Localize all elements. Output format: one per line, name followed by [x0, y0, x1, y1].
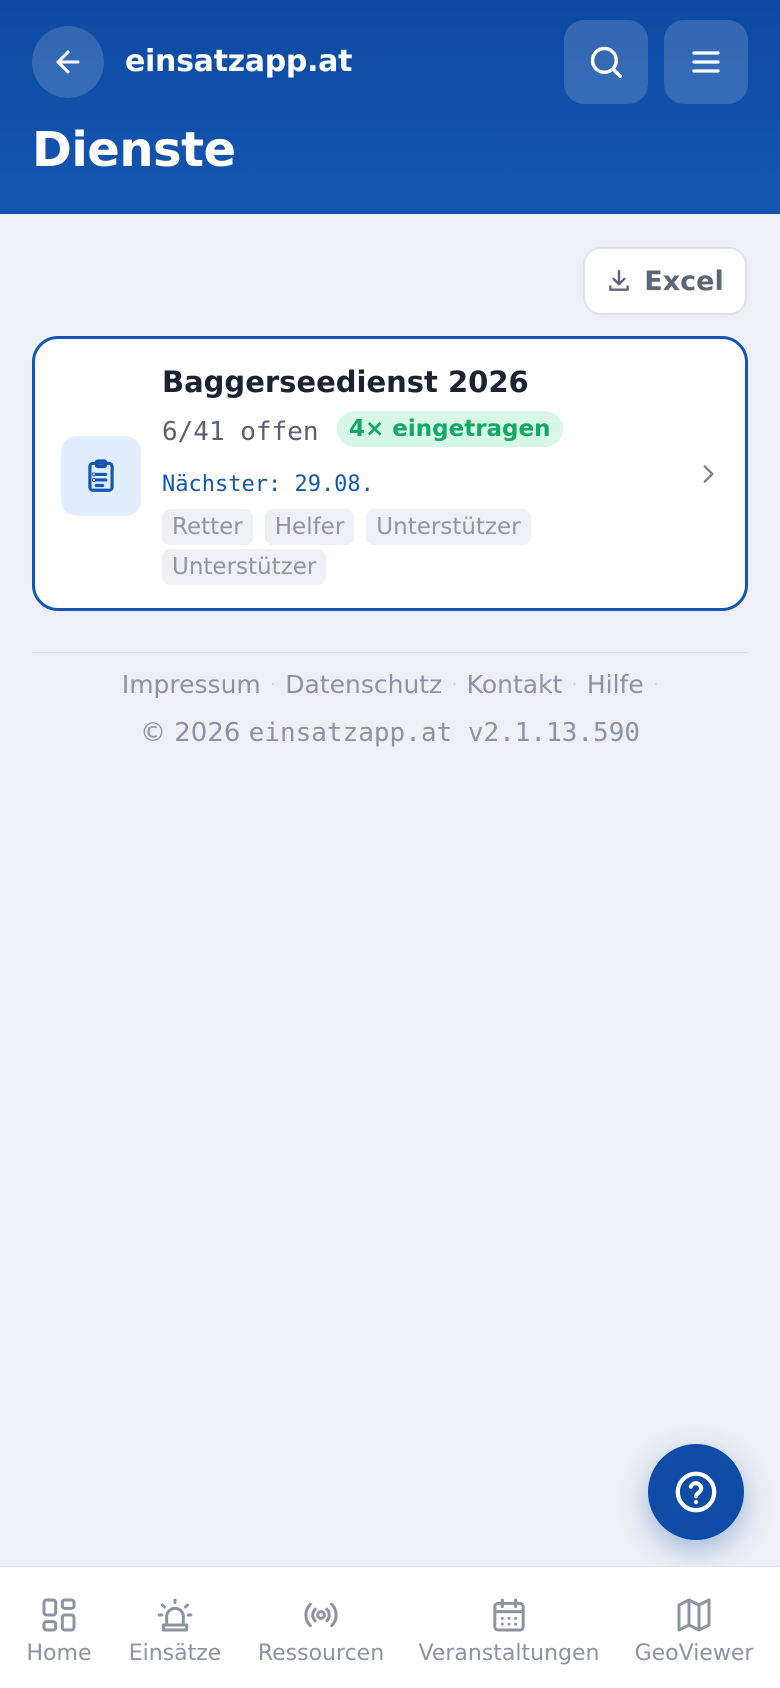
nav-einsaetze[interactable]: Einsätze: [125, 1567, 225, 1688]
nav-home[interactable]: Home: [18, 1567, 100, 1688]
service-title: Baggerseedienst 2026: [162, 365, 529, 399]
role-tag: Unterstützer: [162, 549, 327, 585]
nav-ressourcen[interactable]: Ressourcen: [256, 1567, 386, 1688]
help-circle-icon: [675, 1471, 717, 1513]
bottom-navigation: Home Einsätze Ressourcen Veranstaltungen…: [0, 1566, 780, 1688]
chevron-right-icon: [703, 465, 714, 483]
radio-icon: [304, 1602, 338, 1628]
role-tag: Retter: [162, 509, 253, 545]
copyright: © 2026 einsatzapp.at v2.1.13.590: [0, 718, 780, 748]
footer-links: Impressum · Datenschutz · Kontakt · Hilf…: [0, 670, 780, 699]
search-button[interactable]: [564, 20, 648, 104]
menu-icon: [692, 51, 720, 73]
separator-dot: ·: [452, 676, 457, 693]
siren-icon: [157, 1598, 193, 1632]
footer-divider: [32, 652, 748, 653]
role-tags: Retter Helfer Unterstützer Unterstützer: [162, 509, 562, 585]
open-slots: 6/41 offen: [162, 417, 319, 447]
nav-label: Ressourcen: [257, 1641, 385, 1666]
nav-label: Home: [26, 1641, 92, 1666]
excel-label: Excel: [644, 265, 724, 297]
separator-dot: ·: [270, 676, 276, 693]
role-tag: Helfer: [264, 509, 355, 545]
nav-label: GeoViewer: [634, 1641, 754, 1666]
app-version: einsatzapp.at v2.1.13.590: [248, 718, 641, 748]
nav-label: Einsätze: [128, 1641, 222, 1666]
nav-veranstaltungen[interactable]: Veranstaltungen: [418, 1567, 600, 1688]
nav-label: Veranstaltungen: [418, 1641, 600, 1666]
separator-dot: ·: [653, 676, 659, 693]
download-icon: [609, 270, 630, 291]
registered-badge: 4× eingetragen: [337, 411, 563, 447]
service-card[interactable]: Baggerseedienst 2026 6/41 offen 4× einge…: [32, 336, 748, 611]
copyright-year: © 2026: [139, 718, 241, 748]
app-brand[interactable]: einsatzapp.at: [125, 40, 352, 84]
footer-link-impressum[interactable]: Impressum: [122, 670, 261, 699]
separator-dot: ·: [572, 676, 577, 693]
arrow-left-icon: [56, 50, 80, 74]
help-button[interactable]: [648, 1444, 744, 1540]
back-button[interactable]: [32, 26, 104, 98]
menu-button[interactable]: [664, 20, 748, 104]
search-icon: [590, 46, 622, 78]
footer-link-datenschutz[interactable]: Datenschutz: [285, 670, 442, 699]
footer-link-kontakt[interactable]: Kontakt: [467, 670, 563, 699]
clipboard-icon: [88, 459, 114, 492]
map-icon: [677, 1598, 711, 1632]
nav-geoviewer[interactable]: GeoViewer: [632, 1567, 756, 1688]
app-header: einsatzapp.at Dienste: [0, 0, 780, 214]
next-date: Nächster: 29.08.: [162, 472, 374, 497]
calendar-icon: [493, 1598, 525, 1632]
service-icon-box: [61, 436, 141, 516]
grid-icon: [42, 1598, 76, 1632]
page-title: Dienste: [32, 122, 236, 178]
excel-export-button[interactable]: Excel: [583, 247, 747, 315]
footer-link-hilfe[interactable]: Hilfe: [587, 670, 644, 699]
role-tag: Unterstützer: [366, 509, 531, 545]
